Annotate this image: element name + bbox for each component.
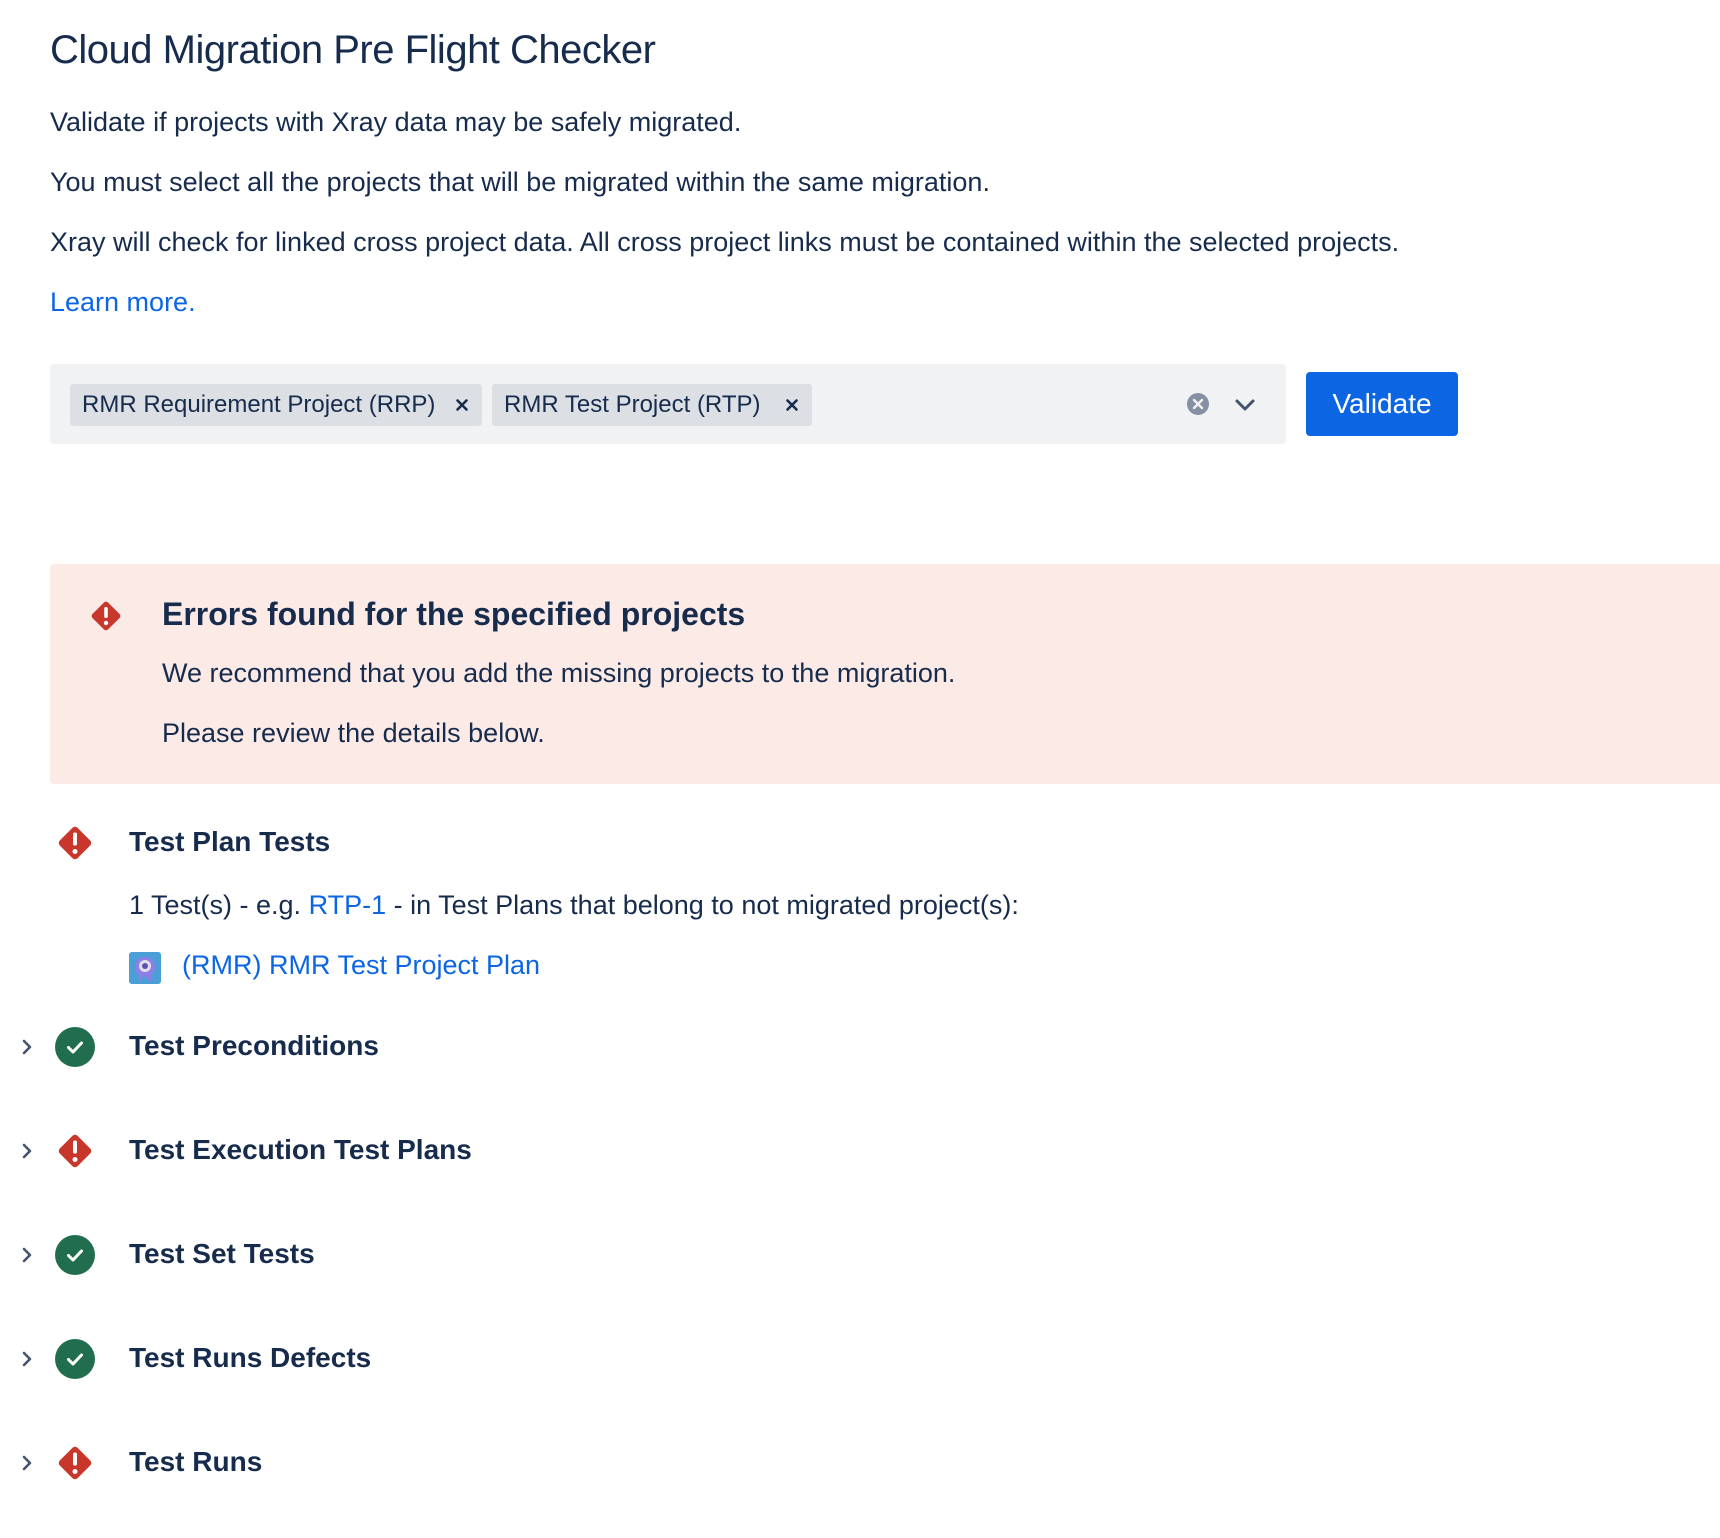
learn-more-link[interactable]: Learn more. bbox=[50, 287, 196, 318]
section-test-execution-test-plans[interactable]: Test Execution Test Plans bbox=[22, 1126, 1050, 1176]
section-test-preconditions[interactable]: Test Preconditions bbox=[22, 1022, 1050, 1072]
error-diamond-icon bbox=[58, 1446, 92, 1480]
section-test-plan-tests: Test Plan Tests bbox=[50, 818, 1050, 868]
chip-label: RMR Requirement Project (RRP) bbox=[82, 391, 436, 418]
chip-label: RMR Test Project (RTP) bbox=[504, 391, 761, 418]
error-banner-title: Errors found for the specified projects bbox=[162, 596, 746, 632]
chevron-right-icon[interactable] bbox=[16, 1348, 38, 1370]
section-title: Test Set Tests bbox=[129, 1238, 315, 1269]
section-title: Test Execution Test Plans bbox=[129, 1134, 472, 1165]
remove-chip-icon[interactable] bbox=[454, 397, 470, 413]
section-title: Test Runs Defects bbox=[129, 1342, 372, 1373]
chevron-right-icon[interactable] bbox=[16, 1140, 38, 1162]
section-test-runs[interactable]: Test Runs bbox=[22, 1438, 1050, 1488]
detail-prefix: 1 Test(s) - e.g. bbox=[129, 890, 309, 920]
section-test-set-tests[interactable]: Test Set Tests bbox=[22, 1230, 1050, 1280]
error-diamond-icon bbox=[58, 1134, 92, 1168]
chevron-right-icon[interactable] bbox=[16, 1036, 38, 1058]
section-title: Test Preconditions bbox=[129, 1030, 379, 1061]
selected-project-chip: RMR Requirement Project (RRP) bbox=[70, 384, 482, 426]
section-title: Test Runs bbox=[129, 1446, 263, 1477]
validate-button[interactable]: Validate bbox=[1306, 372, 1458, 436]
success-check-icon bbox=[55, 1235, 95, 1275]
error-diamond-icon bbox=[58, 826, 92, 860]
selected-project-chip: RMR Test Project (RTP) bbox=[492, 384, 812, 426]
page-title: Cloud Migration Pre Flight Checker bbox=[50, 28, 656, 72]
section-title: Test Plan Tests bbox=[129, 826, 331, 857]
error-banner-message: We recommend that you add the missing pr… bbox=[162, 658, 956, 688]
error-banner-message: Please review the details below. bbox=[162, 718, 545, 748]
test-plan-link[interactable]: (RMR) RMR Test Project Plan bbox=[182, 950, 540, 981]
project-multi-select[interactable]: RMR Requirement Project (RRP) RMR Test P… bbox=[50, 364, 1286, 444]
error-banner: Errors found for the specified projects … bbox=[50, 564, 1720, 784]
description-line-1: Validate if projects with Xray data may … bbox=[50, 107, 742, 137]
preflight-checker-page: Cloud Migration Pre Flight Checker Valid… bbox=[22, 0, 1720, 1538]
chevron-right-icon[interactable] bbox=[16, 1452, 38, 1474]
chevron-down-icon[interactable] bbox=[1230, 390, 1260, 420]
success-check-icon bbox=[55, 1339, 95, 1379]
detail-suffix: - in Test Plans that belong to not migra… bbox=[386, 890, 1019, 920]
description-line-3: Xray will check for linked cross project… bbox=[50, 227, 1400, 257]
issue-link[interactable]: RTP-1 bbox=[309, 890, 387, 920]
remove-chip-icon[interactable] bbox=[784, 397, 800, 413]
chevron-right-icon[interactable] bbox=[16, 1244, 38, 1266]
error-diamond-icon bbox=[91, 601, 121, 631]
section-detail: 1 Test(s) - e.g. RTP-1 - in Test Plans t… bbox=[129, 890, 1019, 921]
description-line-2: You must select all the projects that wi… bbox=[50, 167, 990, 197]
section-test-runs-defects[interactable]: Test Runs Defects bbox=[22, 1334, 1050, 1384]
success-check-icon bbox=[55, 1027, 95, 1067]
project-avatar-icon bbox=[129, 952, 161, 984]
clear-circle-icon[interactable] bbox=[1184, 390, 1212, 418]
